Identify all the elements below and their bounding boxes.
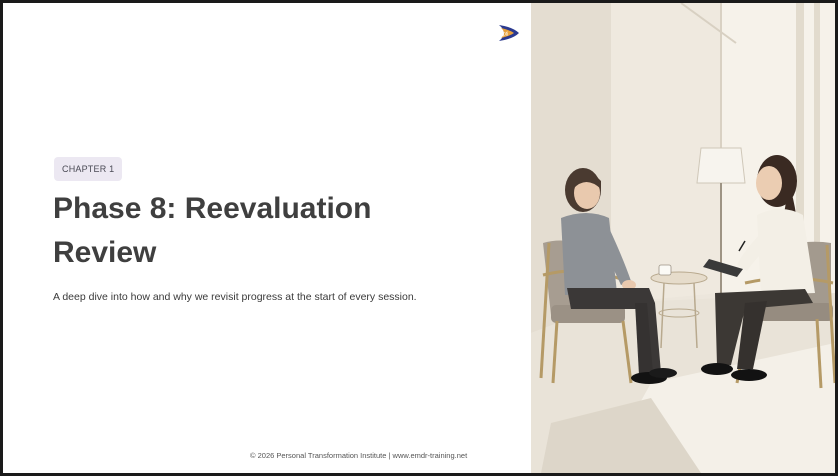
- chapter-badge: CHAPTER 1: [54, 157, 123, 181]
- slide: pti CHAPTER 1 Phase 8: Reevaluation Revi…: [3, 3, 835, 473]
- slide-content-panel: pti CHAPTER 1 Phase 8: Reevaluation Revi…: [3, 3, 531, 473]
- therapy-session-illustration: [531, 3, 835, 473]
- slide-title-line-1: Phase 8: Reevaluation: [53, 192, 372, 225]
- slide-footer: © 2026 Personal Transformation Institute…: [250, 451, 468, 460]
- slide-title: Phase 8: Reevaluation Review: [53, 187, 483, 275]
- slide-subtitle: A deep dive into how and why we revisit …: [53, 291, 417, 303]
- pti-logo-icon: pti: [497, 23, 521, 43]
- svg-text:pti: pti: [503, 32, 508, 38]
- slide-title-line-2: Review: [53, 236, 157, 269]
